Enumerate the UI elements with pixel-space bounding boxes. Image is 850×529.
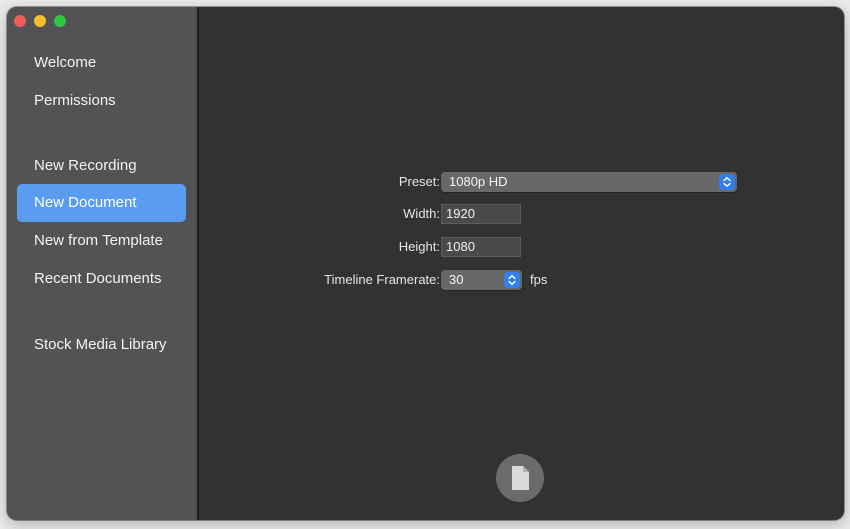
width-label: Width: [403,206,440,221]
sidebar-item-stock-media-library[interactable]: Stock Media Library [17,326,186,364]
width-field[interactable]: 1920 [441,204,521,224]
sidebar-item-label: Stock Media Library [34,336,167,353]
close-window-button[interactable] [14,15,26,27]
sidebar-item-new-document[interactable]: New Document [17,184,186,222]
preset-label: Preset: [398,174,440,189]
sidebar-item-label: Recent Documents [34,270,162,287]
framerate-select[interactable]: 30 [441,270,522,290]
framerate-value: 30 [449,272,464,287]
create-document-button[interactable] [496,454,544,502]
chevron-up-down-icon [504,272,520,288]
sidebar-item-label: Permissions [34,92,116,109]
sidebar-item-permissions[interactable]: Permissions [17,82,186,120]
sidebar-item-new-from-template[interactable]: New from Template [17,222,186,260]
preset-value: 1080p HD [449,174,508,189]
framerate-label: Timeline Framerate: [324,272,440,287]
framerate-units: fps [530,272,548,287]
sidebar-item-label: New Document [34,194,137,211]
preset-select[interactable]: 1080p HD [441,172,737,192]
sidebar-item-recent-documents[interactable]: Recent Documents [17,260,186,298]
zoom-window-button[interactable] [54,15,66,27]
sidebar-item-label: Welcome [34,54,97,71]
sidebar: Welcome Permissions New Recording New Do… [7,7,199,520]
sidebar-item-new-recording[interactable]: New Recording [17,147,186,185]
sidebar-item-label: New from Template [34,232,163,249]
document-icon [512,466,529,490]
sidebar-item-welcome[interactable]: Welcome [17,44,186,82]
app-window: Welcome Permissions New Recording New Do… [7,7,844,520]
chevron-up-down-icon [719,174,735,190]
sidebar-item-label: New Recording [34,157,137,174]
minimize-window-button[interactable] [34,15,46,27]
height-label: Height: [398,239,440,254]
new-document-panel: Preset: 1080p HD Width: 1920 Height: 108… [199,7,844,520]
height-field[interactable]: 1080 [441,237,521,257]
